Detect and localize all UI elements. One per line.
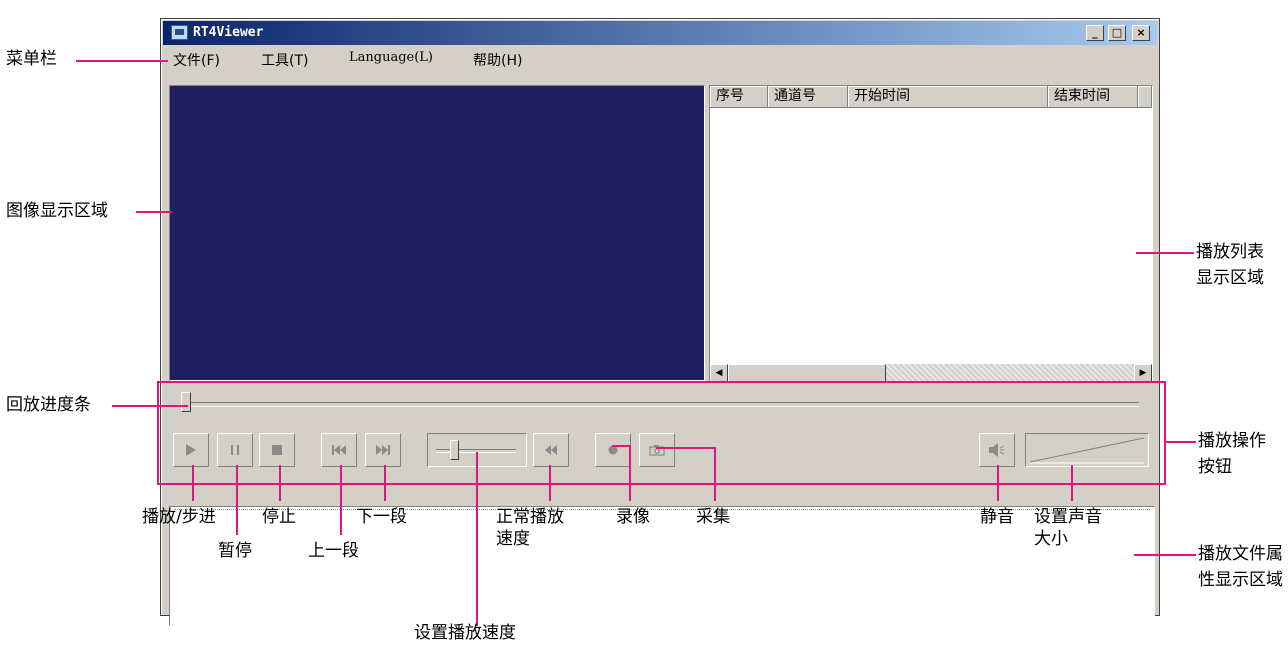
annotation-capture: 采集 xyxy=(696,507,730,527)
playback-controls-highlight xyxy=(157,381,1166,485)
annotation-menubar: 菜单栏 xyxy=(6,49,57,69)
window-title: RT4Viewer xyxy=(193,25,264,40)
annotation-props-2: 性显示区域 xyxy=(1198,570,1283,590)
annotation-leader xyxy=(1166,441,1196,443)
annotation-leader xyxy=(612,445,630,447)
annotation-playlist-1: 播放列表 xyxy=(1196,242,1264,262)
close-button[interactable]: × xyxy=(1132,25,1150,41)
annotation-leader xyxy=(629,445,631,501)
menu-file[interactable]: 文件(F) xyxy=(173,50,220,70)
annotation-volume-1: 设置声音 xyxy=(1034,507,1102,527)
annotation-stop: 停止 xyxy=(262,507,296,527)
annotation-leader xyxy=(112,405,188,407)
playlist-table[interactable]: 序号 通道号 开始时间 结束时间 ◀ ▶ xyxy=(709,85,1153,383)
annotation-play-step: 播放/步进 xyxy=(142,507,216,527)
annotation-buttons-2: 按钮 xyxy=(1198,457,1232,477)
annotation-playlist-2: 显示区域 xyxy=(1196,268,1264,288)
minimize-button[interactable]: _ xyxy=(1086,25,1104,41)
annotation-mute: 静音 xyxy=(980,507,1014,527)
scroll-thumb[interactable] xyxy=(728,364,886,382)
annotation-record: 录像 xyxy=(616,507,650,527)
annotation-pause: 暂停 xyxy=(218,541,252,561)
annotation-leader xyxy=(384,465,386,501)
annotation-leader xyxy=(714,447,716,501)
annotation-leader xyxy=(549,465,551,501)
annotation-normal-speed-1: 正常播放 xyxy=(496,507,564,527)
menu-language[interactable]: Language(L) xyxy=(349,50,433,65)
annotation-leader xyxy=(1071,465,1073,501)
annotation-normal-speed-2: 速度 xyxy=(496,529,530,549)
annotation-next: 下一段 xyxy=(356,507,407,527)
annotation-buttons-1: 播放操作 xyxy=(1198,431,1266,451)
scroll-right-icon[interactable]: ▶ xyxy=(1134,364,1152,382)
annotation-image-area: 图像显示区域 xyxy=(6,201,108,221)
annotation-leader xyxy=(76,60,168,62)
column-header-index[interactable]: 序号 xyxy=(710,86,768,108)
title-bar[interactable]: RT4Viewer _ □ × xyxy=(163,21,1157,45)
column-header-filler xyxy=(1138,86,1152,108)
annotation-leader xyxy=(279,465,281,501)
annotation-props-1: 播放文件属 xyxy=(1198,544,1283,564)
video-display-area[interactable] xyxy=(169,85,705,381)
annotation-leader xyxy=(656,447,716,449)
annotation-set-speed: 设置播放速度 xyxy=(414,623,516,643)
menu-bar: 文件(F) 工具(T) Language(L) 帮助(H) xyxy=(163,47,1157,71)
column-header-channel[interactable]: 通道号 xyxy=(768,86,848,108)
annotation-progress: 回放进度条 xyxy=(6,395,91,415)
annotation-leader xyxy=(340,465,342,535)
annotation-leader xyxy=(192,465,194,501)
annotation-leader xyxy=(1134,554,1196,556)
annotation-leader xyxy=(236,465,238,535)
app-icon xyxy=(171,25,188,40)
annotation-leader xyxy=(476,452,478,626)
annotation-prev: 上一段 xyxy=(308,541,359,561)
column-header-end-time[interactable]: 结束时间 xyxy=(1048,86,1138,108)
annotation-leader xyxy=(136,211,172,213)
annotation-volume-2: 大小 xyxy=(1034,529,1068,549)
menu-tools[interactable]: 工具(T) xyxy=(261,50,308,70)
menu-help[interactable]: 帮助(H) xyxy=(473,50,522,70)
maximize-button[interactable]: □ xyxy=(1108,25,1126,41)
column-header-start-time[interactable]: 开始时间 xyxy=(848,86,1048,108)
annotation-leader xyxy=(1136,252,1194,254)
horizontal-scrollbar[interactable]: ◀ ▶ xyxy=(710,364,1152,382)
scroll-left-icon[interactable]: ◀ xyxy=(710,364,728,382)
annotation-leader xyxy=(997,465,999,501)
